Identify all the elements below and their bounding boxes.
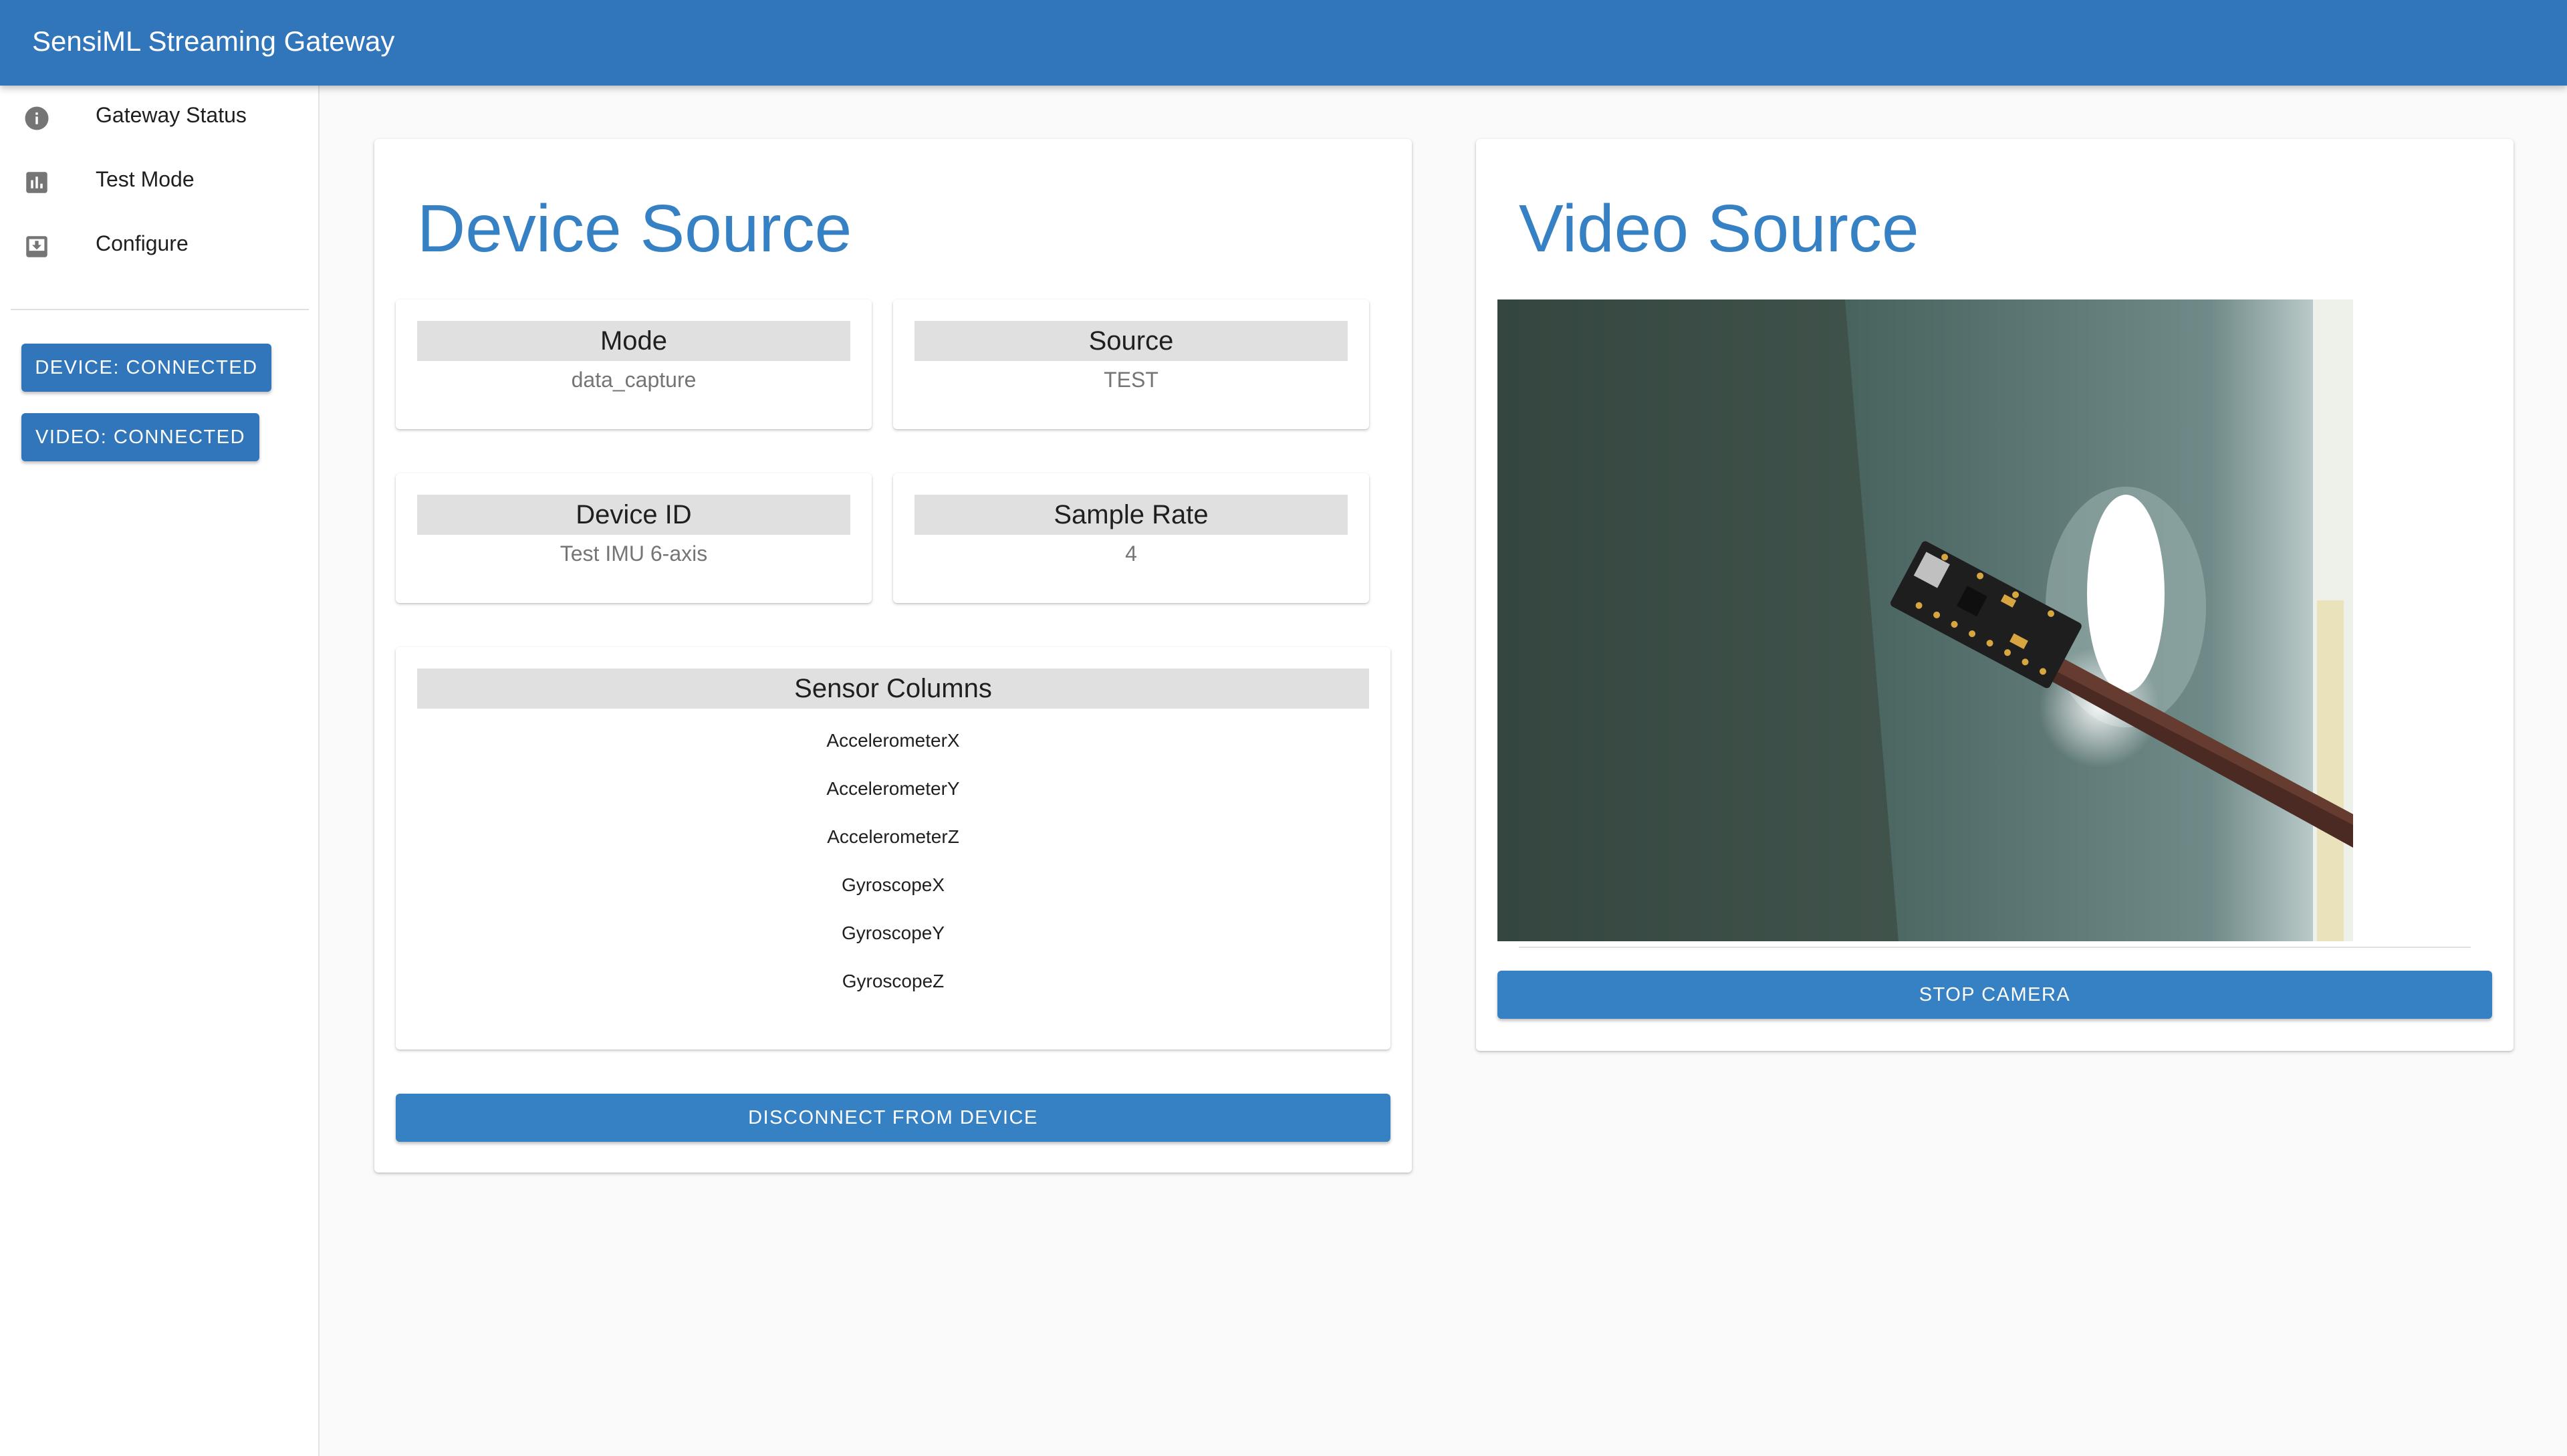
device-status-button[interactable]: DEVICE: CONNECTED [21, 344, 271, 392]
source-label: Source [914, 321, 1348, 361]
mode-card: Mode data_capture [396, 299, 872, 429]
list-item: GyroscopeY [841, 923, 945, 943]
device-source-title: Device Source [417, 191, 852, 266]
sample-rate-label: Sample Rate [914, 495, 1348, 535]
sidebar-item-label: Gateway Status [96, 103, 247, 127]
sidebar-item-label: Test Mode [96, 167, 195, 191]
camera-feed [1497, 299, 2353, 941]
mode-value: data_capture [571, 368, 697, 392]
sidebar-item-gateway-status[interactable]: Gateway Status [0, 86, 318, 150]
bar-chart-icon [26, 172, 47, 193]
sidebar: Gateway Status Test Mode Configure DEVIC… [0, 86, 320, 1456]
list-item: GyroscopeX [841, 874, 945, 895]
sidebar-item-test-mode[interactable]: Test Mode [0, 150, 318, 214]
video-status-button[interactable]: VIDEO: CONNECTED [21, 413, 259, 461]
list-item: GyroscopeZ [842, 971, 945, 991]
camera-feed-image [1497, 299, 2353, 941]
app-bar: SensiML Streaming Gateway [0, 0, 2567, 86]
disconnect-device-button[interactable]: DISCONNECT FROM DEVICE [396, 1094, 1390, 1142]
list-item: AccelerometerY [826, 778, 960, 799]
device-id-value: Test IMU 6-axis [560, 541, 708, 566]
mode-label: Mode [417, 321, 850, 361]
stop-camera-button[interactable]: STOP CAMERA [1497, 971, 2492, 1019]
sensor-columns-card: Sensor Columns AccelerometerX Accelerome… [396, 647, 1390, 1050]
sidebar-divider [11, 309, 309, 310]
sample-rate-value: 4 [1125, 541, 1137, 566]
video-divider [1519, 947, 2471, 948]
info-icon [25, 106, 49, 130]
sensor-columns-label: Sensor Columns [417, 669, 1369, 709]
source-card: Source TEST [893, 299, 1369, 429]
list-item: AccelerometerZ [827, 826, 959, 847]
video-source-title: Video Source [1519, 191, 1919, 266]
list-item: AccelerometerX [826, 730, 960, 751]
sidebar-item-configure[interactable]: Configure [0, 214, 318, 278]
device-id-label: Device ID [417, 495, 850, 535]
download-box-icon [26, 236, 47, 257]
sidebar-item-label: Configure [96, 231, 189, 255]
sample-rate-card: Sample Rate 4 [893, 473, 1369, 603]
device-id-card: Device ID Test IMU 6-axis [396, 473, 872, 603]
app-title: SensiML Streaming Gateway [32, 25, 395, 57]
source-value: TEST [1104, 368, 1158, 392]
